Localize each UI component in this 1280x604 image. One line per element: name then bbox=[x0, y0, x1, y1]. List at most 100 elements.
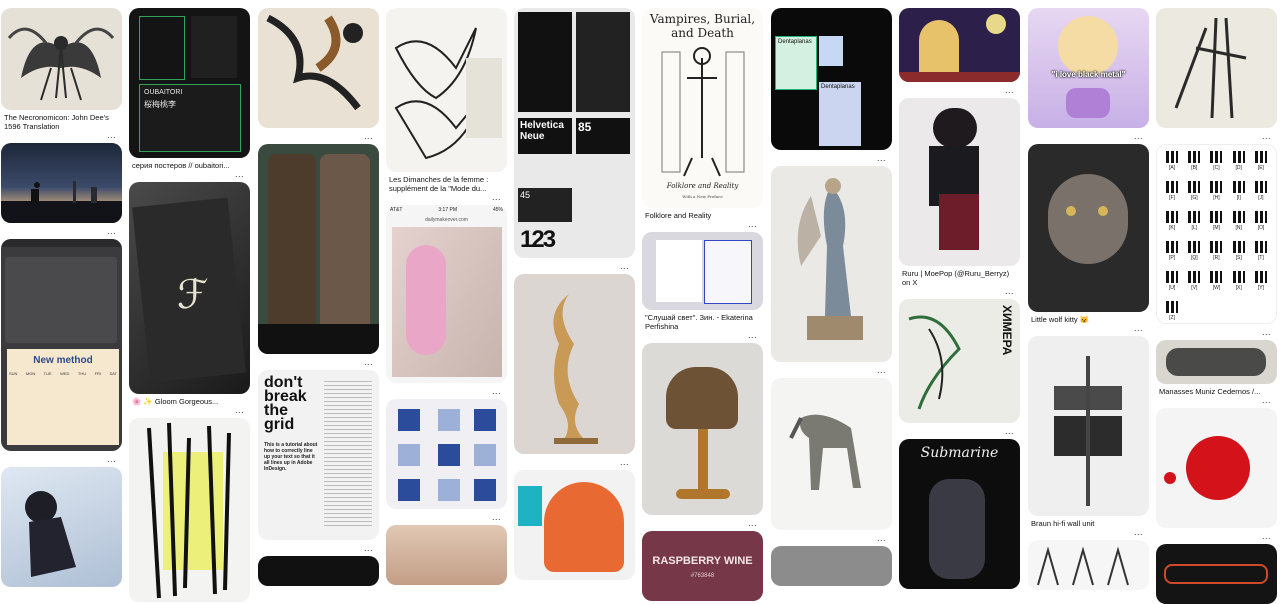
more-options-icon[interactable]: ... bbox=[771, 150, 892, 166]
pin-image-portrait-gray[interactable] bbox=[771, 546, 892, 586]
pin-image-manasses[interactable] bbox=[1156, 340, 1277, 384]
pin-image-submarine[interactable]: Submarine bbox=[899, 439, 1020, 589]
pin-apple-core[interactable]: ... bbox=[514, 274, 635, 470]
pin-manasses[interactable]: Manasses Muniz Cedernos /... ... bbox=[1156, 340, 1277, 408]
pin-image-red-apple[interactable] bbox=[1156, 408, 1277, 528]
more-options-icon[interactable]: ... bbox=[514, 258, 635, 274]
more-options-icon[interactable]: ... bbox=[386, 509, 507, 525]
pin-image-gloom[interactable]: ℱ bbox=[129, 182, 250, 394]
pin-dimanches[interactable]: Les Dimanches de la femme : supplément d… bbox=[386, 8, 507, 205]
more-options-icon[interactable]: ... bbox=[642, 220, 763, 232]
more-options-icon[interactable]: ... bbox=[1028, 324, 1149, 336]
pin-image-morse[interactable]: [A] [B] [C] [D] [E] [F] [G] [H] [I] [J] [K] [L] [M] [… bbox=[1156, 144, 1277, 324]
pin-dark-bottom[interactable] bbox=[258, 556, 379, 586]
pin-image-dark[interactable] bbox=[258, 556, 379, 586]
pin-image-wooden-helmet[interactable] bbox=[642, 343, 763, 515]
pin-image-helvetica[interactable]: Helvetica Neue 85 45 123 bbox=[514, 8, 635, 258]
more-options-icon[interactable]: ... bbox=[1156, 324, 1277, 340]
pin-image-dimanches[interactable] bbox=[386, 8, 507, 172]
pin-angel-statue[interactable]: ... bbox=[771, 166, 892, 378]
pin-portrait-gray[interactable] bbox=[771, 546, 892, 586]
pin-ruru[interactable]: Ruru | MoePop (@Ruru_Berryz) on X ... bbox=[899, 98, 1020, 299]
pin-image-boots[interactable] bbox=[258, 144, 379, 354]
pin-knight-sketch[interactable]: ... bbox=[1156, 8, 1277, 144]
more-options-icon[interactable]: ... bbox=[642, 515, 763, 531]
more-options-icon[interactable]: ... bbox=[1, 223, 122, 239]
more-options-icon[interactable]: ... bbox=[1156, 396, 1277, 408]
more-options-icon[interactable]: ... bbox=[129, 170, 250, 182]
pin-i-love-black-metal[interactable]: "i love black metal" ... bbox=[1028, 8, 1149, 144]
pin-vampires[interactable]: Vampires, Burial, and Death Folklore and… bbox=[642, 8, 763, 232]
pin-image-portrait[interactable] bbox=[386, 525, 507, 585]
pin-horse[interactable]: ... bbox=[771, 378, 892, 546]
pin-image-night-city[interactable] bbox=[1, 143, 122, 223]
pin-grid-book[interactable]: don't break the grid This is a tutorial … bbox=[258, 370, 379, 556]
pin-oubaitori[interactable]: OUBAITORI 桜梅桃李 серия постеров // oubaito… bbox=[129, 8, 250, 182]
pin-image-khimera[interactable]: ХИМЕРА bbox=[899, 299, 1020, 423]
pin-red-apple[interactable]: ... bbox=[1156, 408, 1277, 544]
more-options-icon[interactable]: ... bbox=[386, 383, 507, 399]
pin-braun[interactable]: Braun hi-fi wall unit ... bbox=[1028, 336, 1149, 540]
pin-image-dark-poster[interactable] bbox=[1156, 544, 1277, 604]
more-options-icon[interactable]: ... bbox=[771, 530, 892, 546]
pin-wolf-kitty[interactable]: Little wolf kitty 😺 ... bbox=[1028, 144, 1149, 336]
pin-ink-abstract[interactable]: ... bbox=[258, 8, 379, 144]
pin-helvetica[interactable]: Helvetica Neue 85 45 123 ... bbox=[514, 8, 635, 274]
pin-anime-snow[interactable] bbox=[1, 467, 122, 587]
pin-morse-alphabet[interactable]: [A] [B] [C] [D] [E] [F] [G] [H] [I] [J] [K] [L] [M] [… bbox=[1156, 144, 1277, 340]
pin-image-anime-snow[interactable] bbox=[1, 467, 122, 587]
pin-gloom[interactable]: ℱ 🌸 ✨ Gloom Gorgeous... ... bbox=[129, 182, 250, 418]
pin-image-slushai[interactable] bbox=[642, 232, 763, 310]
pin-dentaplanas[interactable]: Dentaplanas Dentaplanas ... bbox=[771, 8, 892, 166]
pin-image-wolf-kitty[interactable] bbox=[1028, 144, 1149, 312]
pin-tiles[interactable]: ... bbox=[386, 399, 507, 525]
pin-night-city[interactable]: ... bbox=[1, 143, 122, 239]
pin-image-yellow-poster[interactable] bbox=[129, 418, 250, 602]
pin-boots[interactable]: ... bbox=[258, 144, 379, 370]
pin-image-pink-hair[interactable]: AT&T 3:17 PM 45% dailymakeover.com bbox=[386, 205, 507, 383]
pin-image-vampires[interactable]: Vampires, Burial, and Death Folklore and… bbox=[642, 8, 763, 208]
more-options-icon[interactable]: ... bbox=[1028, 528, 1149, 540]
pin-image-indesign[interactable]: New method SUN MON TUE WED THU FRI SAT bbox=[1, 239, 122, 451]
pin-image-braun[interactable] bbox=[1028, 336, 1149, 516]
more-options-icon[interactable]: ... bbox=[899, 287, 1020, 299]
pin-image-tiles[interactable] bbox=[386, 399, 507, 509]
pin-yellow-poster[interactable] bbox=[129, 418, 250, 602]
pin-image-angel-statue[interactable] bbox=[771, 166, 892, 362]
pin-image-oubaitori[interactable]: OUBAITORI 桜梅桃李 bbox=[129, 8, 250, 158]
more-options-icon[interactable]: ... bbox=[258, 540, 379, 556]
more-options-icon[interactable]: ... bbox=[386, 193, 507, 205]
pin-submarine[interactable]: Submarine bbox=[899, 439, 1020, 589]
pin-pink-hair[interactable]: AT&T 3:17 PM 45% dailymakeover.com ... bbox=[386, 205, 507, 399]
more-options-icon[interactable]: ... bbox=[129, 406, 250, 418]
more-options-icon[interactable]: ... bbox=[258, 128, 379, 144]
pin-image-raspberry[interactable]: RASPBERRY WINE #763848 bbox=[642, 531, 763, 601]
pin-wooden-helmet[interactable]: ... bbox=[642, 343, 763, 531]
more-options-icon[interactable]: ... bbox=[1156, 528, 1277, 544]
pin-image-ink-abstract[interactable] bbox=[258, 8, 379, 128]
pin-image-apple-core[interactable] bbox=[514, 274, 635, 454]
pin-image-grid-book[interactable]: don't break the grid This is a tutorial … bbox=[258, 370, 379, 540]
pin-indesign-screenshot[interactable]: New method SUN MON TUE WED THU FRI SAT .… bbox=[1, 239, 122, 467]
more-options-icon[interactable]: ... bbox=[642, 331, 763, 343]
pin-anime-window[interactable]: ... bbox=[899, 8, 1020, 98]
more-options-icon[interactable]: ... bbox=[1156, 128, 1277, 144]
pin-khimera[interactable]: ХИМЕРА ... bbox=[899, 299, 1020, 439]
more-options-icon[interactable]: ... bbox=[899, 82, 1020, 98]
more-options-icon[interactable]: ... bbox=[1028, 128, 1149, 144]
more-options-icon[interactable]: ... bbox=[1, 131, 122, 143]
pin-image-i-love[interactable]: "i love black metal" bbox=[1028, 8, 1149, 128]
pin-image-dentaplanas[interactable]: Dentaplanas Dentaplanas bbox=[771, 8, 892, 150]
pin-image-anime-window[interactable] bbox=[899, 8, 1020, 82]
pin-necronomicon[interactable]: The Necronomicon: John Dee's 1596 Transl… bbox=[1, 8, 122, 143]
pin-raspberry[interactable]: RASPBERRY WINE #763848 bbox=[642, 531, 763, 601]
more-options-icon[interactable]: ... bbox=[1, 451, 122, 467]
pin-image-knight[interactable] bbox=[1156, 8, 1277, 128]
pin-hand-sketch[interactable] bbox=[1028, 540, 1149, 590]
more-options-icon[interactable]: ... bbox=[771, 362, 892, 378]
more-options-icon[interactable]: ... bbox=[258, 354, 379, 370]
pin-portrait-bottom[interactable] bbox=[386, 525, 507, 585]
pin-anime-bite[interactable] bbox=[514, 470, 635, 580]
pin-image-horse[interactable] bbox=[771, 378, 892, 530]
more-options-icon[interactable]: ... bbox=[899, 423, 1020, 439]
